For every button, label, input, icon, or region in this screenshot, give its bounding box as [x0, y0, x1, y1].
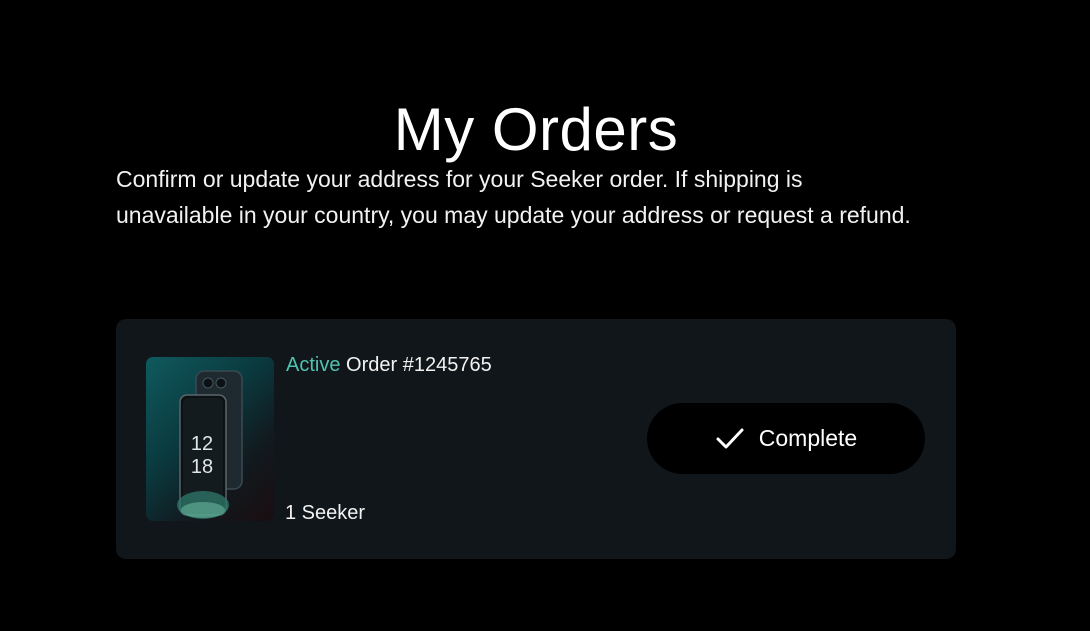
clock-minute: 18	[191, 456, 213, 478]
page-title: My Orders	[393, 96, 679, 164]
order-card: 12 18 Active Order #1245765 1 Seeker Com…	[116, 319, 956, 559]
clock-hour: 12	[191, 433, 213, 455]
order-quantity: 1 Seeker	[285, 502, 366, 524]
complete-button[interactable]: Complete	[647, 403, 925, 474]
check-icon	[715, 427, 745, 451]
order-status-line: Active Order #1245765	[286, 352, 492, 378]
order-number: Order #1245765	[340, 354, 492, 376]
product-image: 12 18	[146, 357, 274, 521]
complete-button-label: Complete	[758, 425, 858, 451]
status-badge: Active	[286, 354, 341, 376]
page-description: Confirm or update your address for your …	[116, 166, 911, 228]
